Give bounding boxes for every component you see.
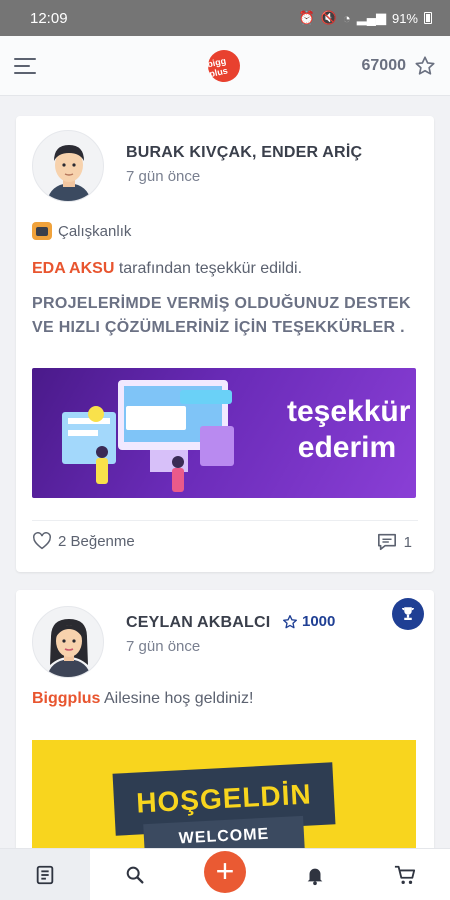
thanks-suffix: tarafından teşekkür edildi. <box>118 260 303 277</box>
signal-icon: ▂▄▆ <box>356 10 386 25</box>
alarm-icon: ⏰ <box>298 10 315 25</box>
wifi-icon: ◔ <box>342 10 351 26</box>
app-header: bigg plus 67000 <box>0 36 450 96</box>
battery-icon <box>424 12 432 24</box>
feed: BURAK KIVÇAK, ENDER ARİÇ 7 gün önce Çalı… <box>0 96 450 848</box>
comment-button[interactable]: 1 <box>376 532 412 552</box>
bottom-nav: + <box>0 848 450 900</box>
menu-icon[interactable] <box>14 51 44 81</box>
search-icon <box>126 866 144 884</box>
post-author[interactable]: CEYLAN AKBALCI <box>126 614 270 632</box>
add-icon: + <box>204 850 246 893</box>
welcome-suffix: Ailesine hoş geldiniz! <box>104 690 254 707</box>
points-value: 67000 <box>361 56 407 74</box>
bell-icon <box>307 868 323 885</box>
status-time: 12:09 <box>30 9 68 27</box>
like-button[interactable]: 2 Beğenme <box>32 532 135 550</box>
avatar[interactable] <box>32 130 104 202</box>
mute-icon: 🔇 <box>320 10 337 25</box>
post-author[interactable]: BURAK KIVÇAK, ENDER ARİÇ <box>126 144 362 162</box>
thanks-line: EDA AKSU tarafından teşekkür edildi. <box>32 260 302 278</box>
user-points-value: 1000 <box>302 613 336 630</box>
thanks-banner-image: teşekkür ederim <box>32 368 416 498</box>
avatar[interactable] <box>32 606 104 678</box>
status-bar: 12:09 ⏰ 🔇 ◔ ▂▄▆ 91% <box>0 0 450 36</box>
star-outline-icon <box>283 614 297 628</box>
nav-add[interactable]: + <box>180 849 270 900</box>
post-card: BURAK KIVÇAK, ENDER ARİÇ 7 gün önce Çalı… <box>16 116 434 572</box>
nav-feed[interactable] <box>0 849 90 900</box>
badge-label: Çalışkanlık <box>58 222 132 240</box>
badge-row: Çalışkanlık <box>32 222 131 240</box>
feed-icon <box>36 865 54 884</box>
welcome-banner-image: HOŞGELDİN WELCOME <box>32 740 416 848</box>
like-count: 2 Beğenme <box>58 532 135 550</box>
heart-icon <box>33 532 51 550</box>
star-outline-icon <box>415 55 435 75</box>
comment-count: 1 <box>403 533 412 551</box>
nav-search[interactable] <box>90 849 180 900</box>
points-display[interactable]: 67000 <box>362 55 437 77</box>
comment-icon <box>377 533 396 551</box>
cart-icon <box>394 865 416 884</box>
status-icons: ⏰ 🔇 ◔ ▂▄▆ 91% <box>299 10 432 26</box>
nav-notifications[interactable] <box>270 849 360 900</box>
post-time: 7 gün önce <box>126 638 201 655</box>
nav-cart[interactable] <box>360 849 450 900</box>
trophy-icon[interactable] <box>392 598 424 630</box>
post-time: 7 gün önce <box>126 168 201 185</box>
post-message: PROJELERİMDE VERMİŞ OLDUĞUNUZ DESTEK VE … <box>32 295 411 336</box>
user-points: 1000 <box>282 613 335 630</box>
banner-text: teşekkür ederim <box>287 395 411 464</box>
brand-name[interactable]: Biggplus <box>32 690 100 707</box>
battery-level: 91% <box>391 10 418 26</box>
card-divider <box>32 520 418 521</box>
thanked-by[interactable]: EDA AKSU <box>32 260 114 277</box>
app-logo[interactable]: bigg plus <box>205 47 243 85</box>
post-card: CEYLAN AKBALCI 1000 7 gün önce Biggplus … <box>16 590 434 848</box>
badge-icon <box>32 222 52 240</box>
welcome-line: Biggplus Ailesine hoş geldiniz! <box>32 690 253 708</box>
